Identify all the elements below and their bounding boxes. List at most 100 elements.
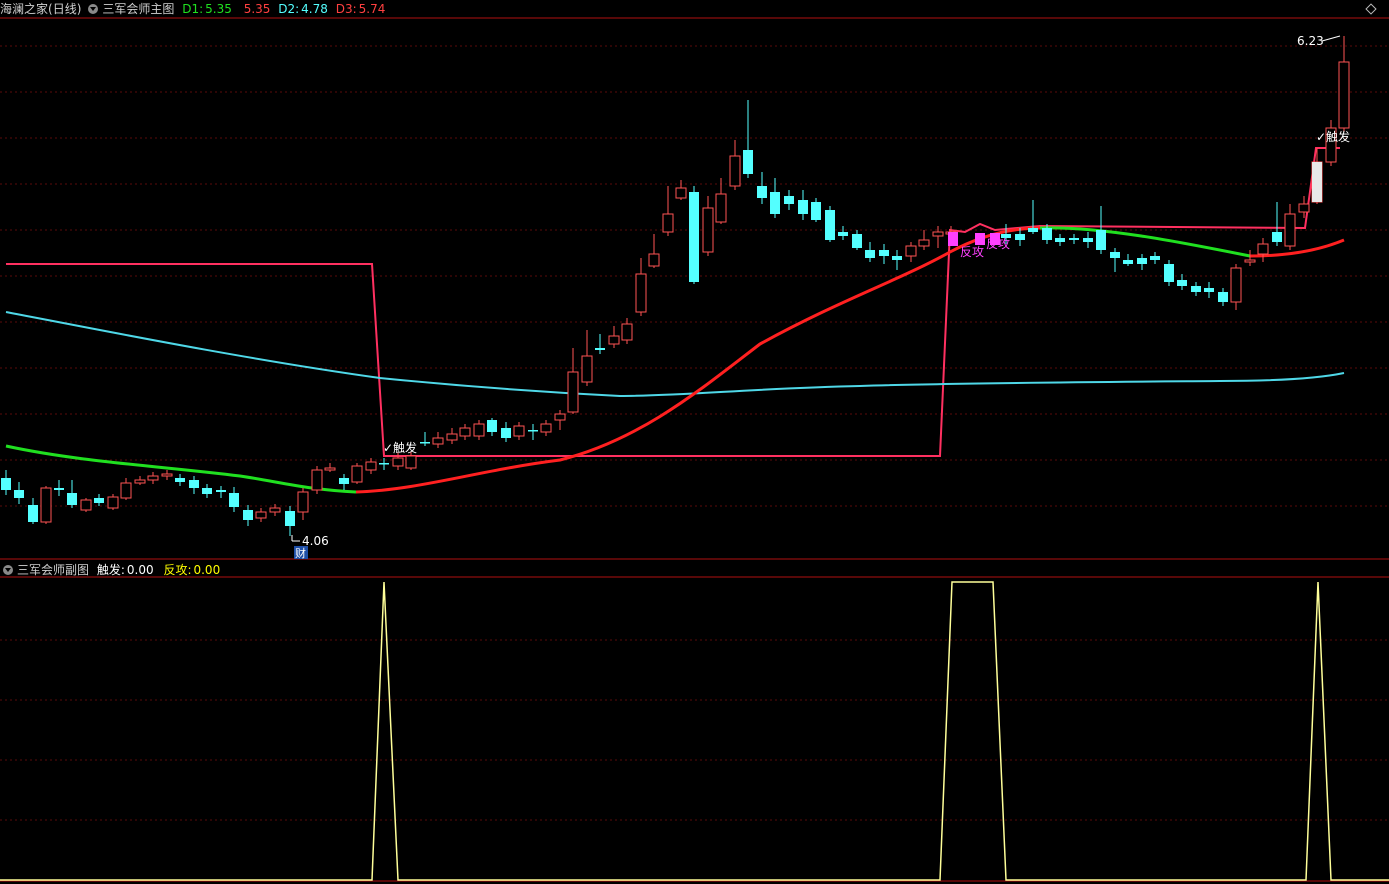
candle [1083, 232, 1093, 248]
candle [1069, 234, 1079, 244]
cai-badge: 财 [294, 546, 308, 560]
svg-text:反攻: 反攻 [986, 237, 1010, 251]
candle [175, 474, 185, 486]
candle [865, 242, 875, 262]
candle [675, 180, 687, 200]
candle [1123, 254, 1133, 266]
candle [892, 250, 902, 270]
candle [743, 100, 753, 178]
candle [339, 474, 349, 490]
candle [798, 190, 808, 220]
candle [243, 505, 253, 526]
candle [1272, 202, 1282, 246]
high-price-label: 6.23 [1297, 34, 1341, 48]
sub-header: 三军会师副图 触发: 0.00 反攻: 0.00 [0, 561, 224, 579]
candle [757, 172, 767, 204]
main-indicator-name: 三军会师主图 [102, 2, 175, 16]
fangong-label: 反攻 反攻 [948, 232, 1010, 259]
trigger-label-2: ✓ 触发 [1316, 129, 1350, 144]
candle [14, 482, 24, 504]
candle [216, 486, 226, 498]
candle [446, 428, 458, 444]
candle [825, 206, 835, 242]
candle [229, 487, 239, 512]
stock-name: 海澜之家 [0, 2, 49, 16]
candle [432, 432, 444, 448]
chufa-label: 触发: [96, 563, 125, 577]
kline-chart[interactable]: 6.23 4.06 ✓ 触发 ✓ 触发 反攻 反攻 财 [0, 0, 1389, 884]
candle [147, 472, 159, 484]
candle [852, 230, 862, 250]
candle [528, 424, 538, 440]
candle [540, 420, 552, 436]
candle [1055, 234, 1065, 246]
candle [473, 420, 485, 440]
candle [811, 198, 821, 222]
candle [554, 410, 566, 430]
d1-value: 5.35 [205, 2, 232, 16]
candle [905, 242, 917, 262]
candle [715, 178, 727, 224]
candle [1230, 264, 1242, 310]
candle [501, 422, 511, 442]
candle [487, 418, 497, 436]
candle [80, 498, 92, 512]
chufa-value: 0.00 [126, 563, 154, 577]
d1b-value: 5.35 [243, 2, 271, 16]
fangong-label: 反攻: [163, 563, 192, 577]
candles [1, 36, 1350, 536]
candle [420, 432, 430, 446]
collapse-sub-icon[interactable] [3, 565, 13, 575]
svg-text:4.06: 4.06 [302, 534, 329, 548]
collapse-main-icon[interactable] [88, 4, 99, 14]
sub-signal-line [0, 581, 1389, 881]
d2-value: 4.78 [301, 2, 328, 16]
candle [635, 258, 647, 316]
d3-label: D3: [335, 2, 357, 16]
candle [67, 480, 77, 508]
candle [1218, 288, 1228, 306]
candle [202, 484, 212, 498]
candle [608, 326, 620, 348]
svg-text:触发: 触发 [1326, 129, 1350, 144]
candle [459, 424, 471, 440]
candle [120, 478, 132, 500]
candle [648, 234, 660, 268]
highlight-candle [1312, 162, 1322, 202]
candle [1257, 238, 1269, 262]
candle [1, 470, 11, 495]
candle [255, 508, 267, 522]
candle [134, 476, 146, 485]
candle [702, 196, 714, 256]
candle [1096, 206, 1106, 254]
candle [54, 480, 64, 496]
candle [838, 226, 848, 240]
fangong-value: 0.00 [193, 563, 221, 577]
candle [1244, 250, 1256, 266]
candle [297, 488, 309, 520]
d1-label: D1: [182, 2, 204, 16]
candle [689, 186, 699, 284]
candle [784, 190, 794, 210]
candle [581, 330, 593, 386]
candle [285, 506, 295, 536]
main-header: 海澜之家(日线) 三军会师主图 D1: 5.35 5.35 D2: 4.78 D3: 5… [0, 0, 389, 18]
candle [879, 244, 889, 264]
svg-text:反攻: 反攻 [960, 245, 984, 259]
period-label: (日线) [48, 2, 82, 16]
svg-text:财: 财 [295, 546, 306, 560]
svg-text:✓: ✓ [383, 441, 393, 455]
svg-text:6.23: 6.23 [1297, 34, 1324, 48]
candle [1150, 252, 1160, 264]
d3-value: 5.74 [358, 2, 386, 16]
ma-fast-red-line [355, 226, 1345, 494]
candle [351, 463, 363, 484]
candle [311, 466, 323, 494]
sub-indicator-name: 三军会师副图 [17, 563, 90, 577]
candle [567, 348, 579, 414]
candle [595, 334, 605, 354]
candle [513, 422, 525, 440]
candle [324, 463, 336, 472]
trigger-label-1: ✓ 触发 [383, 440, 417, 455]
candle [40, 486, 52, 524]
